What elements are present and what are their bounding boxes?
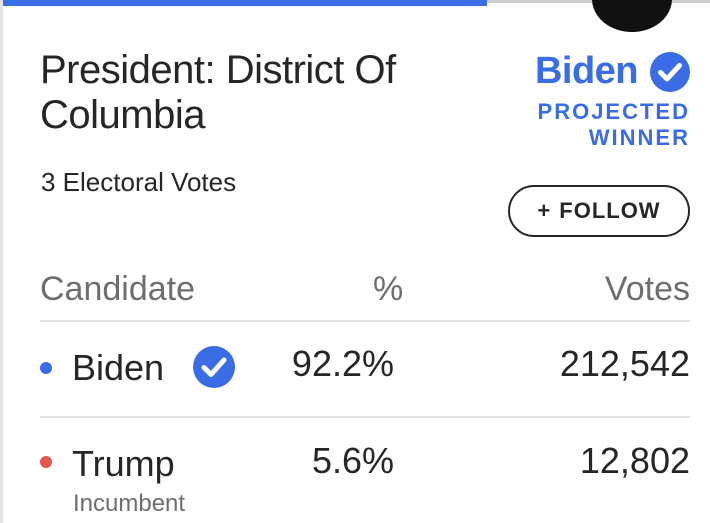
progress-bar-accent — [0, 0, 487, 6]
candidate-percent: 5.6% — [311, 440, 394, 481]
candidate-votes: 12,802 — [579, 440, 690, 481]
table-row[interactable]: Biden 92.2% 212,542 — [40, 330, 690, 410]
header-candidate: Candidate — [40, 270, 196, 308]
race-title: President: District Of Columbia — [40, 48, 396, 137]
table-row[interactable]: Trump Incumbent 5.6% 12,802 — [40, 426, 690, 523]
header-votes: Votes — [604, 270, 690, 308]
candidate-subtitle: Incumbent — [73, 490, 186, 517]
follow-button-label: FOLLOW — [559, 198, 661, 223]
party-dot-icon — [40, 456, 52, 468]
candidate-name: Biden — [72, 347, 165, 388]
results-table-header: Candidate % Votes — [40, 270, 690, 310]
electoral-votes-label: 3 Electoral Votes — [41, 167, 237, 197]
candidate-percent: 92.2% — [291, 343, 394, 384]
header-divider — [40, 320, 690, 322]
candidate-name: Trump — [72, 443, 175, 484]
avatar[interactable] — [592, 0, 672, 32]
party-dot-icon — [40, 362, 52, 374]
projected-label-line1: PROJECTED — [537, 99, 690, 124]
row-divider — [40, 416, 690, 418]
follow-button[interactable]: + FOLLOW — [508, 185, 690, 237]
projected-winner-block: Biden PROJECTED WINNER — [535, 50, 690, 151]
winner-name: Biden — [534, 50, 639, 92]
plus-icon: + — [537, 198, 552, 223]
projected-label-line2: WINNER — [588, 125, 690, 150]
check-circle-icon — [193, 346, 235, 388]
header-percent: % — [373, 270, 404, 308]
candidate-votes: 212,542 — [559, 343, 690, 384]
winner-name-row: Biden — [535, 50, 690, 93]
race-card: President: District Of Columbia 3 Electo… — [0, 0, 710, 523]
card-left-border — [0, 0, 3, 523]
check-circle-icon — [650, 51, 690, 92]
